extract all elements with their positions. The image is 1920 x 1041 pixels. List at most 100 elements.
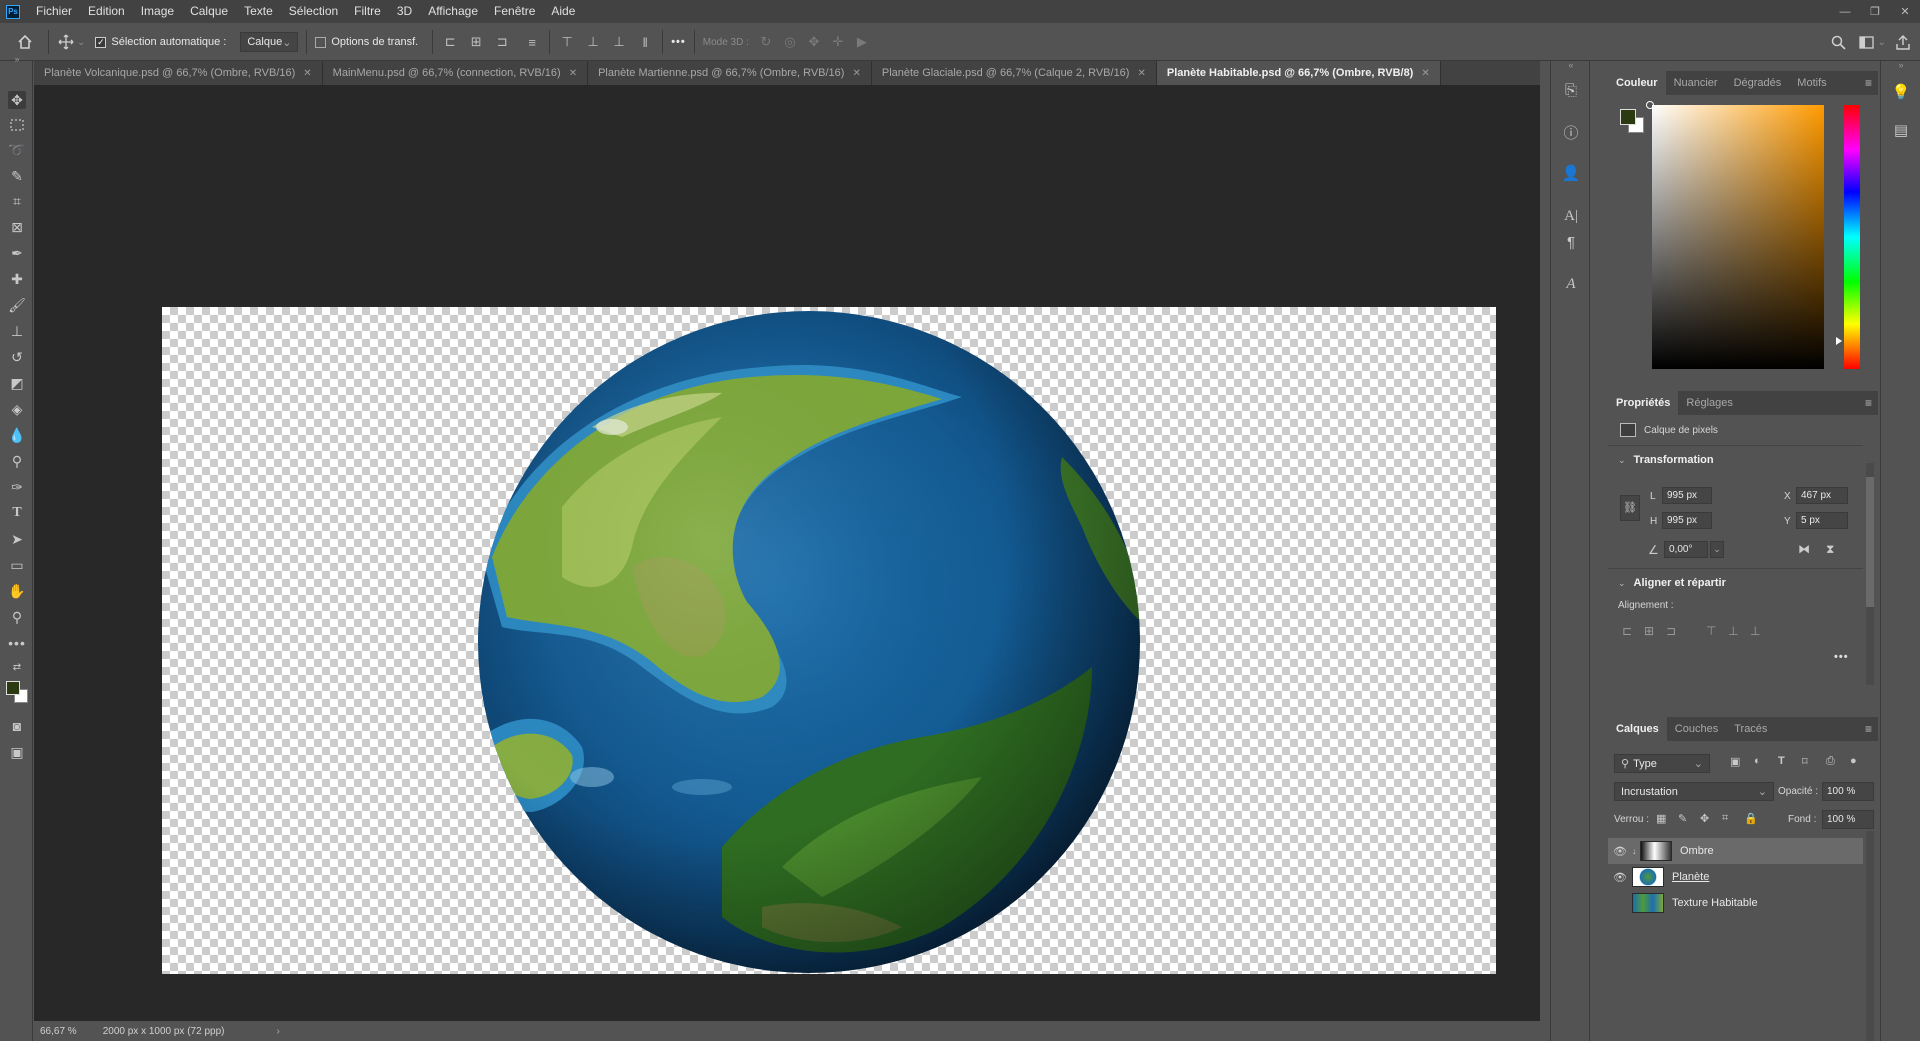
lock-position-icon[interactable]: ✥ [1700,812,1722,825]
chevron-down-icon[interactable]: ⌄ [77,37,85,48]
fill-input[interactable]: 100 % [1822,810,1874,829]
align-top-icon[interactable]: ⊤ [1706,624,1728,638]
x-input[interactable]: 467 px [1796,487,1848,504]
tab-degrades[interactable]: Dégradés [1726,71,1790,95]
libraries-icon[interactable]: ▤ [1891,121,1911,141]
menu-3d[interactable]: 3D [389,0,420,23]
auto-select-checkbox[interactable]: ✓ [95,36,107,48]
eye-icon[interactable]: 👁 [1608,871,1632,884]
blend-mode-dropdown[interactable]: Incrustation ⌄ [1614,782,1774,801]
eyedropper-tool-icon[interactable]: ✒ [8,244,26,262]
share-icon[interactable] [1894,33,1912,51]
transform-options-checkbox[interactable] [315,36,327,48]
lock-pixels-icon[interactable]: ✎ [1678,812,1700,825]
hue-slider[interactable] [1844,105,1860,369]
close-window-button[interactable]: ✕ [1890,0,1920,23]
frame-tool-icon[interactable]: ⊠ [8,218,26,236]
clone-stamp-tool-icon[interactable]: ⊥ [8,322,26,340]
document-canvas[interactable] [162,307,1496,974]
menu-affichage[interactable]: Affichage [420,0,486,23]
align-hcenter-icon[interactable]: ⊞ [1644,624,1666,638]
layer-row-ombre[interactable]: 👁 ↓ Ombre [1608,838,1863,864]
move-tool-icon[interactable] [57,33,75,51]
filter-type-icon[interactable]: T [1778,755,1802,768]
rectangle-tool-icon[interactable]: ▭ [8,556,26,574]
distribute-horizontal-icon[interactable]: ‖ [636,33,654,51]
user-profile-icon[interactable]: 👤 [1561,164,1581,184]
character-icon[interactable]: A| [1561,206,1581,226]
dodge-tool-icon[interactable]: ⚲ [8,452,26,470]
move-tool-icon[interactable]: ✥ [8,91,26,109]
panel-menu-icon[interactable]: ≡ [1865,717,1872,741]
zoom-level[interactable]: 66,67 % [34,1026,83,1037]
layer-row-texture-habitable[interactable]: Texture Habitable [1608,890,1863,916]
y-input[interactable]: 5 px [1796,512,1848,529]
tab-planete-glaciale[interactable]: Planète Glaciale.psd @ 66,7% (Calque 2, … [871,61,1157,85]
auto-select-target-dropdown[interactable]: Calque ⌄ [240,32,299,52]
layer-name[interactable]: Texture Habitable [1672,897,1758,909]
more-options-button[interactable]: ••• [1834,651,1849,663]
lock-all-icon[interactable]: 🔒 [1744,812,1766,825]
panel-menu-icon[interactable]: ≡ [1865,391,1872,415]
restore-button[interactable]: ❐ [1860,0,1890,23]
opacity-input[interactable]: 100 % [1822,782,1874,801]
filter-toggle-icon[interactable]: ● [1850,755,1864,768]
menu-image[interactable]: Image [133,0,182,23]
tab-planete-habitable[interactable]: Planète Habitable.psd @ 66,7% (Ombre, RV… [1156,61,1441,85]
tab-mainmenu[interactable]: MainMenu.psd @ 66,7% (connection, RVB/16… [322,61,589,85]
properties-scrollbar[interactable] [1866,463,1874,685]
close-icon[interactable]: ✕ [1421,68,1429,79]
crop-tool-icon[interactable]: ⌗ [8,192,26,210]
tab-calques[interactable]: Calques [1608,717,1667,741]
angle-input[interactable]: 0,00° [1664,541,1708,558]
menu-fichier[interactable]: Fichier [28,0,80,23]
brush-tool-icon[interactable]: 🖌 [8,296,26,314]
blur-tool-icon[interactable]: 💧 [8,426,26,444]
healing-brush-tool-icon[interactable]: ✚ [8,270,26,288]
transform-section-header[interactable]: ⌄ Transformation [1618,454,1714,466]
home-icon[interactable] [16,33,34,51]
properties-scrollbar-thumb[interactable] [1866,477,1874,607]
align-top-icon[interactable]: ⊤ [558,33,576,51]
hand-tool-icon[interactable]: ✋ [8,582,26,600]
close-icon[interactable]: ✕ [303,68,311,79]
swap-colors-icon[interactable]: ⇄ [8,659,26,677]
canvas-vertical-scrollbar[interactable] [1541,85,1549,1021]
tab-planete-martienne[interactable]: Planète Martienne.psd @ 66,7% (Ombre, RV… [588,61,872,85]
tab-motifs[interactable]: Motifs [1789,71,1834,95]
layer-filter-dropdown[interactable]: ⚲ Type ⌄ [1614,754,1710,773]
flip-horizontal-icon[interactable]: ⧓ [1798,542,1810,556]
panel-menu-icon[interactable]: ≡ [1865,71,1872,95]
menu-edition[interactable]: Edition [80,0,133,23]
close-icon[interactable]: ✕ [569,68,577,79]
height-input[interactable]: 995 px [1662,512,1712,529]
distribute-vertical-icon[interactable]: ≡ [523,33,541,51]
menu-texte[interactable]: Texte [236,0,281,23]
tab-proprietes[interactable]: Propriétés [1608,391,1679,415]
foreground-color-swatch[interactable] [6,681,20,695]
menu-fenetre[interactable]: Fenêtre [486,0,543,23]
filter-smart-object-icon[interactable]: ⎙ [1826,755,1850,768]
menu-filtre[interactable]: Filtre [346,0,389,23]
layer-row-planete[interactable]: 👁 Planète [1608,864,1863,890]
history-brush-tool-icon[interactable]: ↺ [8,348,26,366]
quick-selection-tool-icon[interactable]: ✎ [8,167,26,185]
filter-pixel-icon[interactable]: ▣ [1730,755,1754,768]
align-section-header[interactable]: ⌄ Aligner et répartir [1618,577,1726,589]
menu-aide[interactable]: Aide [543,0,583,23]
align-vcenter-icon[interactable]: ⊥ [584,33,602,51]
lock-transparency-icon[interactable]: ▦ [1656,812,1678,825]
hue-slider-handle[interactable] [1836,337,1842,345]
align-left-icon[interactable]: ⊏ [1622,624,1644,638]
align-left-icon[interactable]: ⊏ [441,33,459,51]
paint-bucket-tool-icon[interactable]: ◈ [8,400,26,418]
minimize-button[interactable]: — [1830,0,1860,23]
chevron-right-icon[interactable]: › [270,1026,285,1037]
layer-name[interactable]: Ombre [1680,845,1714,857]
paragraph-icon[interactable]: ¶ [1561,233,1581,253]
screen-mode-icon[interactable]: ▣ [8,743,26,761]
color-foreground-swatch[interactable] [1620,109,1636,125]
layer-name[interactable]: Planète [1672,871,1709,883]
eye-icon[interactable]: 👁 [1608,845,1632,858]
lasso-tool-icon[interactable]: ➰ [8,141,26,159]
